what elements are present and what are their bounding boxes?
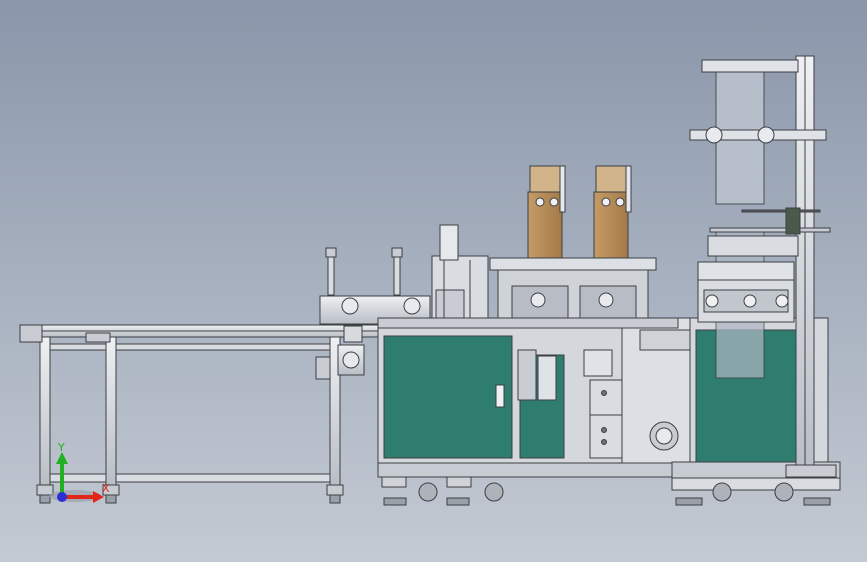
control-box: [589, 379, 625, 459]
door-handle: [495, 384, 505, 408]
conveyor-leg-2: [105, 336, 117, 488]
conveyor-end-block-mid: [85, 332, 111, 343]
cabinet-door-left: [383, 335, 513, 459]
axis-label-y: Y: [57, 441, 65, 454]
conveyor-leg-1: [39, 336, 51, 488]
conveyor-end-block-left: [19, 324, 43, 343]
pneumatic-unit-3: [583, 349, 613, 377]
conveyor: [19, 324, 381, 504]
coordinate-triad-icon: Y X: [49, 441, 110, 503]
cad-viewport[interactable]: Y X: [0, 0, 867, 562]
caster-2: [484, 482, 504, 502]
caster-3: [712, 482, 732, 502]
axis-label-x: X: [102, 482, 110, 495]
top-roller: [701, 59, 799, 73]
caster-4: [774, 482, 794, 502]
conveyor-lower-rail: [39, 343, 341, 351]
conveyor-base-rail: [39, 473, 341, 483]
ear-loop-stations: [319, 165, 679, 329]
pneumatic-unit-2: [537, 355, 557, 401]
machine-drawing: Y X: [19, 55, 841, 506]
cabinet-base: [377, 317, 695, 506]
guide-motor: [785, 207, 801, 235]
pneumatic-unit-1: [517, 349, 537, 401]
caster-1: [418, 482, 438, 502]
